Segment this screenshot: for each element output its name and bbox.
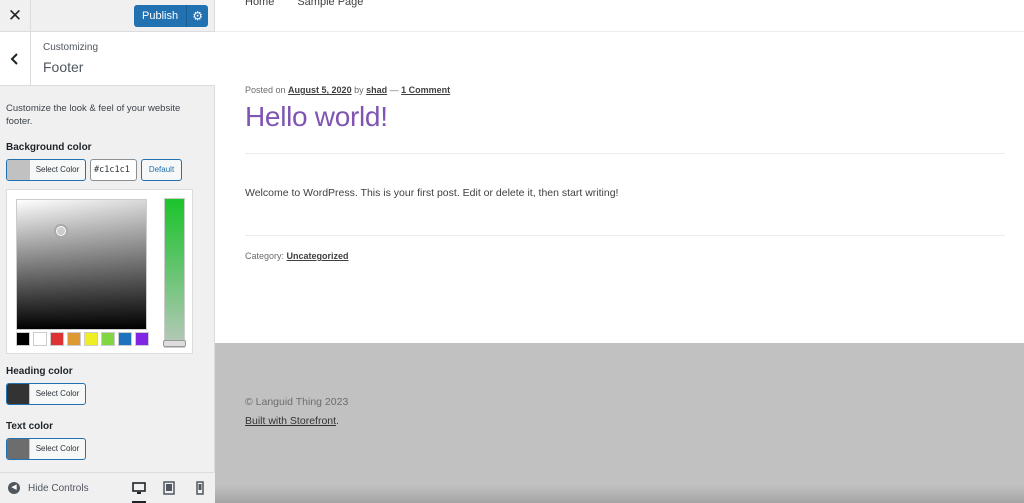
- post-title[interactable]: Hello world!: [245, 101, 388, 133]
- post-title-divider: [245, 153, 1005, 154]
- footer-credit: Built with Storefront.: [245, 415, 339, 427]
- close-icon[interactable]: ✕: [0, 0, 31, 31]
- customizer-topbar: ✕ Publish ⚙: [0, 0, 215, 32]
- publish-group: Publish ⚙: [134, 5, 209, 27]
- text-color-swatch: [7, 439, 30, 459]
- primary-nav: Home Sample Page: [245, 0, 363, 8]
- chevron-left-icon: [10, 52, 18, 65]
- section-title: Footer: [43, 59, 84, 75]
- select-color-label: Select Color: [35, 444, 80, 453]
- customizer-bottom-bar: ◀ Hide Controls: [0, 472, 215, 503]
- color-palette: [16, 332, 149, 346]
- author-link[interactable]: shad: [366, 85, 387, 95]
- storefront-link[interactable]: Built with Storefront: [245, 415, 336, 427]
- section-description: Customize the look & feel of your websit…: [6, 103, 181, 127]
- footer-shade: [215, 485, 1024, 503]
- mobile-icon[interactable]: [193, 481, 207, 495]
- hue-slider-handle[interactable]: [163, 340, 186, 347]
- section-header: Customizing Footer: [0, 32, 215, 86]
- palette-swatch[interactable]: [135, 332, 149, 346]
- post-date-link[interactable]: August 5, 2020: [288, 85, 352, 95]
- publish-button[interactable]: Publish: [134, 5, 186, 27]
- posted-on-label: Posted on: [245, 85, 286, 95]
- section-breadcrumb: Customizing: [43, 42, 99, 53]
- site-footer: © Languid Thing 2023 Built with Storefro…: [215, 343, 1024, 503]
- heading-color-swatch: [7, 384, 30, 404]
- palette-swatch[interactable]: [50, 332, 64, 346]
- select-color-label: Select Color: [35, 389, 80, 398]
- background-hex-input[interactable]: #c1c1c1: [90, 159, 137, 181]
- palette-swatch[interactable]: [84, 332, 98, 346]
- select-color-label: Select Color: [35, 165, 80, 174]
- nav-divider: [215, 31, 1024, 32]
- category-link[interactable]: Uncategorized: [287, 251, 349, 261]
- post-body: Welcome to WordPress. This is your first…: [245, 187, 619, 199]
- palette-swatch[interactable]: [33, 332, 47, 346]
- comments-link[interactable]: 1 Comment: [401, 85, 450, 95]
- category-label: Category:: [245, 251, 285, 261]
- hide-controls-label: Hide Controls: [28, 482, 89, 494]
- customizer-sidebar: ✕ Publish ⚙ Customizing Footer Customize…: [0, 0, 215, 503]
- color-picker: [6, 189, 193, 354]
- nav-item-home[interactable]: Home: [245, 0, 274, 8]
- hue-slider[interactable]: [164, 198, 185, 348]
- background-color-label: Background color: [6, 142, 92, 153]
- back-button[interactable]: [0, 32, 31, 85]
- footer-credit-period: .: [336, 415, 339, 427]
- palette-swatch[interactable]: [16, 332, 30, 346]
- palette-swatch[interactable]: [101, 332, 115, 346]
- text-select-color-button[interactable]: Select Color: [6, 438, 86, 460]
- text-color-label: Text color: [6, 421, 54, 432]
- post-category: Category: Uncategorized: [245, 251, 349, 261]
- by-label: by: [354, 85, 364, 95]
- tablet-icon[interactable]: [162, 481, 176, 495]
- default-button[interactable]: Default: [141, 159, 182, 181]
- desktop-icon[interactable]: [132, 481, 146, 503]
- footer-copyright: © Languid Thing 2023: [245, 396, 349, 408]
- site-preview: Home Sample Page Posted on August 5, 202…: [215, 0, 1024, 503]
- palette-swatch[interactable]: [118, 332, 132, 346]
- background-color-swatch: [7, 160, 30, 180]
- heading-color-label: Heading color: [6, 366, 73, 377]
- background-select-color-button[interactable]: Select Color: [6, 159, 86, 181]
- post-meta: Posted on August 5, 2020 by shad — 1 Com…: [245, 85, 450, 95]
- hide-controls-button[interactable]: ◀ Hide Controls: [8, 482, 89, 494]
- meta-dash: —: [389, 85, 399, 95]
- palette-swatch[interactable]: [67, 332, 81, 346]
- saturation-field[interactable]: [16, 199, 147, 330]
- heading-select-color-button[interactable]: Select Color: [6, 383, 86, 405]
- nav-item-sample-page[interactable]: Sample Page: [297, 0, 363, 8]
- gear-icon[interactable]: ⚙: [186, 5, 208, 27]
- saturation-handle[interactable]: [54, 224, 68, 238]
- post-body-divider: [245, 235, 1005, 236]
- arrow-left-circle-icon: ◀: [8, 482, 20, 494]
